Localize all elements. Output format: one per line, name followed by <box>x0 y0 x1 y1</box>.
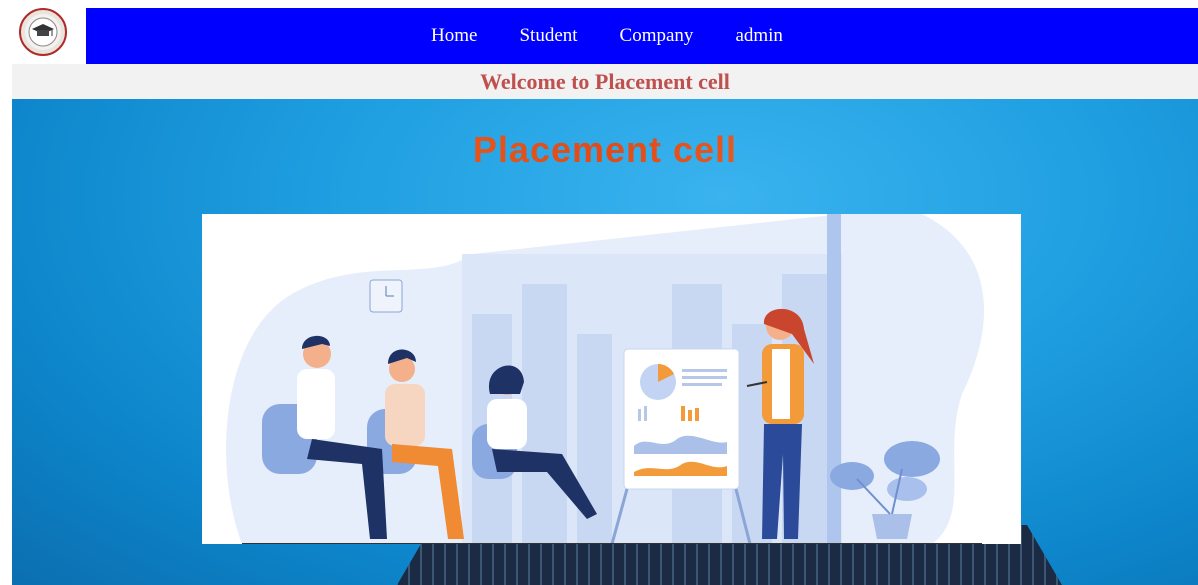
nav-home-link[interactable]: Home <box>431 25 477 47</box>
team-meeting-illustration <box>202 214 1021 544</box>
page-left-margin <box>0 64 12 585</box>
top-navbar: Home Student Company admin <box>86 8 1198 64</box>
hero-title: Placement cell <box>12 129 1198 171</box>
hero-section: Placement cell <box>12 99 1198 585</box>
graduation-cap-icon <box>19 8 67 56</box>
nav-links: Home Student Company admin <box>431 25 783 47</box>
nav-company-link[interactable]: Company <box>620 25 694 47</box>
welcome-banner: Welcome to Placement cell <box>12 64 1198 99</box>
nav-student-link[interactable]: Student <box>519 25 577 47</box>
clock-icon <box>369 279 403 313</box>
logo-container[interactable] <box>0 0 86 64</box>
nav-admin-link[interactable]: admin <box>735 25 783 47</box>
welcome-text: Welcome to Placement cell <box>480 68 730 94</box>
